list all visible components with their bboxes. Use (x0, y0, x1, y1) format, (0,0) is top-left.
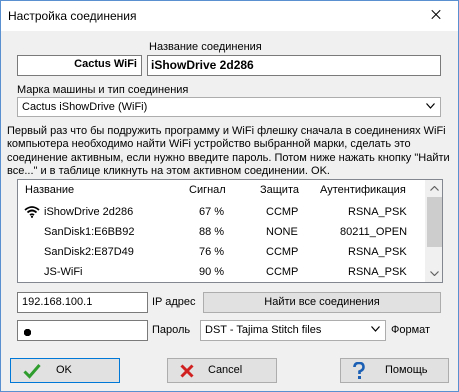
table-row[interactable]: iShowDrive 2d286 67 % CCMP RSNA_PSK (18, 202, 424, 221)
column-header-auth[interactable]: Аутентификация (320, 184, 406, 196)
network-security: CCMP (266, 246, 299, 258)
machine-type-value: Cactus iShowDrive (WiFi) (22, 101, 148, 113)
network-name: SanDisk2:E87D49 (44, 246, 134, 258)
format-label: Формат (391, 324, 431, 336)
chevron-up-icon (430, 186, 439, 191)
machine-type-select[interactable]: Cactus iShowDrive (WiFi) (17, 97, 441, 117)
column-header-name[interactable]: Название (25, 184, 74, 196)
connection-name-field[interactable]: iShowDrive 2d286 (147, 55, 441, 76)
network-signal: 90 % (199, 266, 225, 278)
network-auth: 80211_OPEN (340, 226, 408, 238)
help-button[interactable]: Помощь (340, 358, 449, 383)
title-bar: Настройка соединения (1, 1, 458, 31)
ok-label: OK (56, 364, 72, 376)
network-signal: 76 % (199, 246, 225, 258)
scroll-thumb[interactable] (427, 197, 442, 247)
ip-address-value: 192.168.100.1 (22, 296, 93, 308)
network-security: NONE (266, 226, 298, 238)
connection-name-label: Название соединения (149, 41, 262, 53)
password-field[interactable] (17, 320, 148, 341)
connection-name-value: iShowDrive 2d286 (151, 58, 254, 72)
window-title: Настройка соединения (8, 9, 137, 23)
chevron-down-icon (430, 271, 439, 276)
network-security: CCMP (266, 206, 299, 218)
table-row[interactable]: SanDisk1:E6BB92 88 % NONE 80211_OPEN (18, 222, 424, 241)
format-select[interactable]: DST - Tajima Stitch files (200, 320, 386, 341)
scroll-down-button[interactable] (426, 265, 442, 282)
wifi-networks-table: Название Сигнал Защита Аутентификация iS… (17, 179, 443, 283)
format-value: DST - Tajima Stitch files (205, 324, 322, 336)
network-auth: RSNA_PSK (348, 206, 407, 218)
connection-settings-dialog: Настройка соединения Название соединения… (0, 0, 459, 392)
instructions-text: Первый раз что бы подружить программу и … (7, 125, 450, 178)
table-row[interactable]: JS-WiFi 90 % CCMP RSNA_PSK (18, 262, 424, 281)
question-mark-icon (353, 362, 365, 379)
network-auth: RSNA_PSK (348, 266, 407, 278)
network-security: CCMP (266, 266, 299, 278)
password-label: Пароль (152, 324, 191, 336)
column-header-signal[interactable]: Сигнал (189, 184, 226, 196)
ip-address-label: IP адрес (152, 296, 196, 308)
scroll-up-button[interactable] (426, 180, 442, 197)
network-signal: 88 % (199, 226, 225, 238)
close-icon (180, 364, 194, 378)
network-name: iShowDrive 2d286 (44, 206, 134, 218)
ip-address-input[interactable]: 192.168.100.1 (17, 292, 148, 313)
short-name-value: Cactus WiFi (74, 58, 137, 70)
network-signal: 67 % (199, 206, 225, 218)
cancel-button[interactable]: Cancel (167, 358, 277, 383)
machine-type-label: Марка машины и тип соединения (17, 84, 189, 96)
help-label: Помощь (385, 364, 428, 376)
password-dot (24, 329, 31, 336)
wifi-icon (24, 206, 40, 218)
chevron-down-icon (426, 103, 435, 109)
table-row[interactable]: SanDisk2:E87D49 76 % CCMP RSNA_PSK (18, 242, 424, 261)
chevron-down-icon (371, 326, 380, 332)
close-icon[interactable] (416, 2, 454, 28)
column-header-security[interactable]: Защита (260, 184, 299, 196)
network-name: JS-WiFi (44, 266, 83, 278)
cancel-label: Cancel (208, 364, 243, 376)
find-all-connections-button[interactable]: Найти все соединения (203, 292, 441, 313)
network-name: SanDisk1:E6BB92 (44, 226, 135, 238)
checkmark-icon (23, 364, 41, 379)
table-scrollbar[interactable] (425, 180, 442, 282)
network-auth: RSNA_PSK (348, 246, 407, 258)
short-name-field[interactable]: Cactus WiFi (17, 55, 142, 76)
ok-button[interactable]: OK (10, 358, 120, 383)
